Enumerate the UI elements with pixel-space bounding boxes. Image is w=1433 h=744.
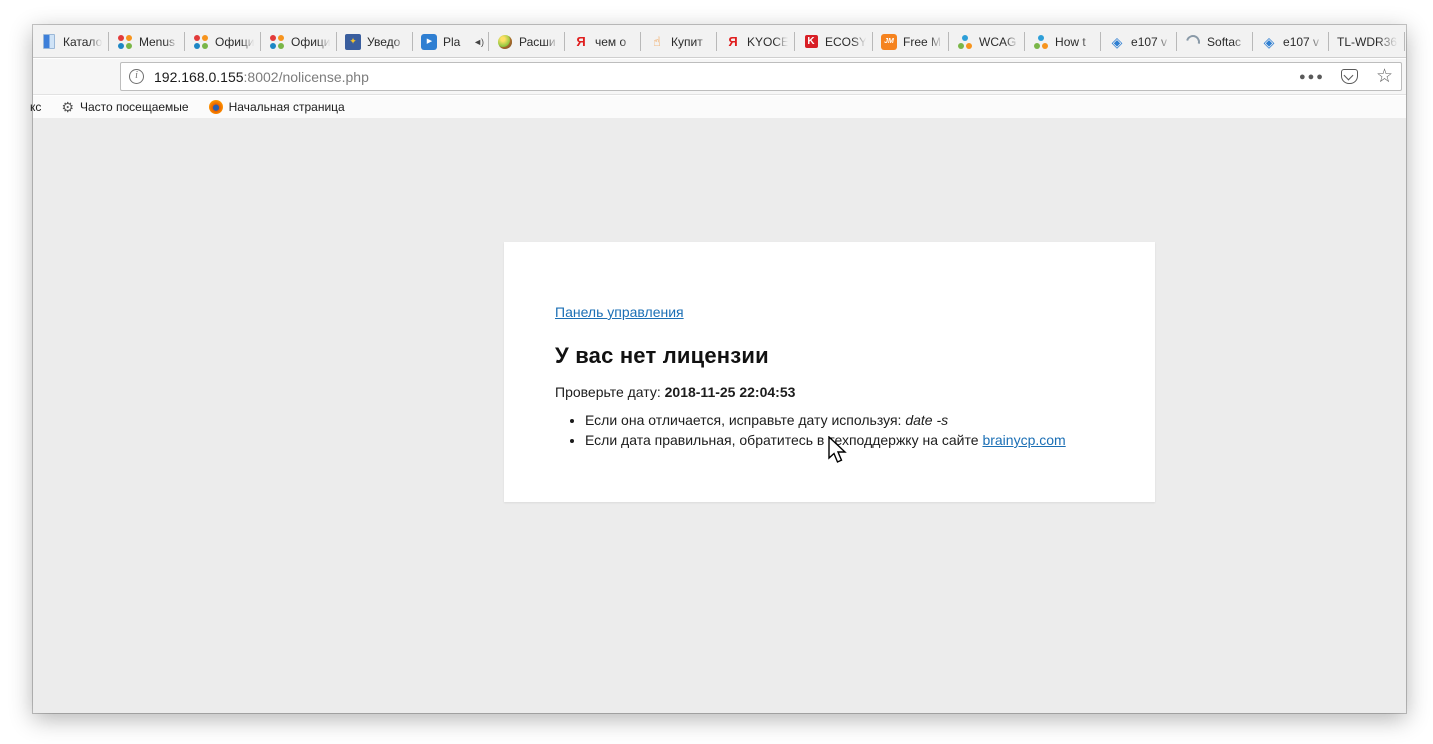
brainycp-link[interactable]: brainycp.com [982,432,1065,448]
browser-tab[interactable]: чем о [565,25,641,58]
url-text[interactable]: 192.168.0.155:8002/nolicense.php [154,69,1299,85]
tab-label: Офици [291,35,331,49]
tab-label: ECOSY [825,35,867,49]
joomla-icon [193,34,209,50]
control-panel-link[interactable]: Панель управления [555,304,684,320]
site-info-icon[interactable]: i [129,69,144,84]
browser-tab[interactable]: KYOCE [717,25,795,58]
date-line: Проверьте дату: 2018-11-25 22:04:53 [555,384,1104,400]
bookmark-star-icon[interactable]: ☆ [1376,67,1393,86]
mouse-cursor [828,436,850,466]
bookmark-label: Часто посещаемые [80,100,189,114]
bullet2-text: Если дата правильная, обратитесь в техпо… [585,432,979,448]
bookmark-item-frequent[interactable]: ⚙ Часто посещаемые [61,100,188,114]
browser-tab[interactable]: Офици [185,25,261,58]
desktop: Катало Menus Офици Офици Уведо [0,0,1433,744]
tab-label: Menus [139,35,179,49]
browser-tab[interactable]: ECOSY [795,25,873,58]
tab-label: e107 v [1283,35,1323,49]
tab-label: Катало [63,35,103,49]
browser-tab[interactable]: Расши [489,25,565,58]
sphere-icon [497,34,513,50]
tab-audio-icon[interactable]: ◄) [473,37,483,47]
browser-tab[interactable]: Офици [261,25,337,58]
firefox-icon [209,100,223,114]
tab-label: KYOCE [747,35,789,49]
tab-label: TL-WDR36 [1337,35,1399,49]
tab-label: Уведо [367,35,407,49]
browser-window: Катало Menus Офици Офици Уведо [33,25,1406,713]
browser-tab[interactable]: Softac [1177,25,1253,58]
browser-tab[interactable]: Катало [33,25,109,58]
navigation-toolbar: i 192.168.0.155:8002/nolicense.php ●●● ☆ [33,59,1406,95]
date-value: 2018-11-25 22:04:53 [665,384,796,400]
tab-label: Расши [519,35,559,49]
browser-tab[interactable]: Free M [873,25,949,58]
tab-label: Free M [903,35,943,49]
browser-tab[interactable]: How t [1025,25,1101,58]
browser-tab[interactable]: Уведо [337,25,413,58]
tab-label: Pla [443,35,469,49]
softaculous-icon [1185,34,1201,50]
bookmark-label: Начальная страница [229,100,345,114]
play-icon [421,34,437,50]
browser-tab[interactable]: Купит [641,25,717,58]
joomla-icon [269,34,285,50]
pocket-icon[interactable] [1341,69,1358,84]
tab-label: Купит [671,35,711,49]
tab-label: WCAG [979,35,1019,49]
date-label: Проверьте дату: [555,384,661,400]
bookmark-item-home[interactable]: Начальная страница [209,100,345,114]
yandex-icon [573,34,589,50]
browser-tab[interactable]: Pla ◄) [413,25,489,58]
circles-icon [1033,34,1049,50]
browser-tab[interactable]: WCAG [949,25,1025,58]
gear-icon: ⚙ [61,100,74,114]
tab-label: Softac [1207,35,1247,49]
url-bar[interactable]: i 192.168.0.155:8002/nolicense.php ●●● ☆ [120,62,1402,91]
e107-icon [1261,34,1277,50]
browser-tab[interactable]: e107 v [1101,25,1177,58]
emblem-icon [345,34,361,50]
page-title: У вас нет лицензии [555,343,1104,369]
doc-icon [41,34,57,50]
tab-label: e107 v [1131,35,1171,49]
e107-icon [1109,34,1125,50]
bookmarks-bar: кс ⚙ Часто посещаемые Начальная страница [33,96,1406,118]
browser-tab[interactable]: TL-WDR36 [1329,25,1405,58]
tab-label: How t [1055,35,1095,49]
list-item: Если она отличается, исправьте дату испо… [585,412,1104,429]
hand-icon [649,34,665,50]
kyocera-icon [803,34,819,50]
tab-strip: Катало Menus Офици Офици Уведо [33,25,1406,58]
tab-label: Офици [215,35,255,49]
jm-icon [881,34,897,50]
page-content: Панель управления У вас нет лицензии Про… [33,118,1406,713]
url-path: :8002/nolicense.php [244,69,369,85]
joomla-icon [117,34,133,50]
bookmark-item-truncated[interactable]: кс [30,100,41,114]
tab-label: чем о [595,35,635,49]
bullet1-text: Если она отличается, исправьте дату испо… [585,412,901,428]
url-host: 192.168.0.155 [154,69,244,85]
circles-icon [957,34,973,50]
browser-tab[interactable]: e107 v [1253,25,1329,58]
yandex-icon [725,34,741,50]
date-command: date -s [905,412,948,428]
page-actions-icon[interactable]: ●●● [1299,71,1325,83]
browser-tab[interactable]: Menus [109,25,185,58]
